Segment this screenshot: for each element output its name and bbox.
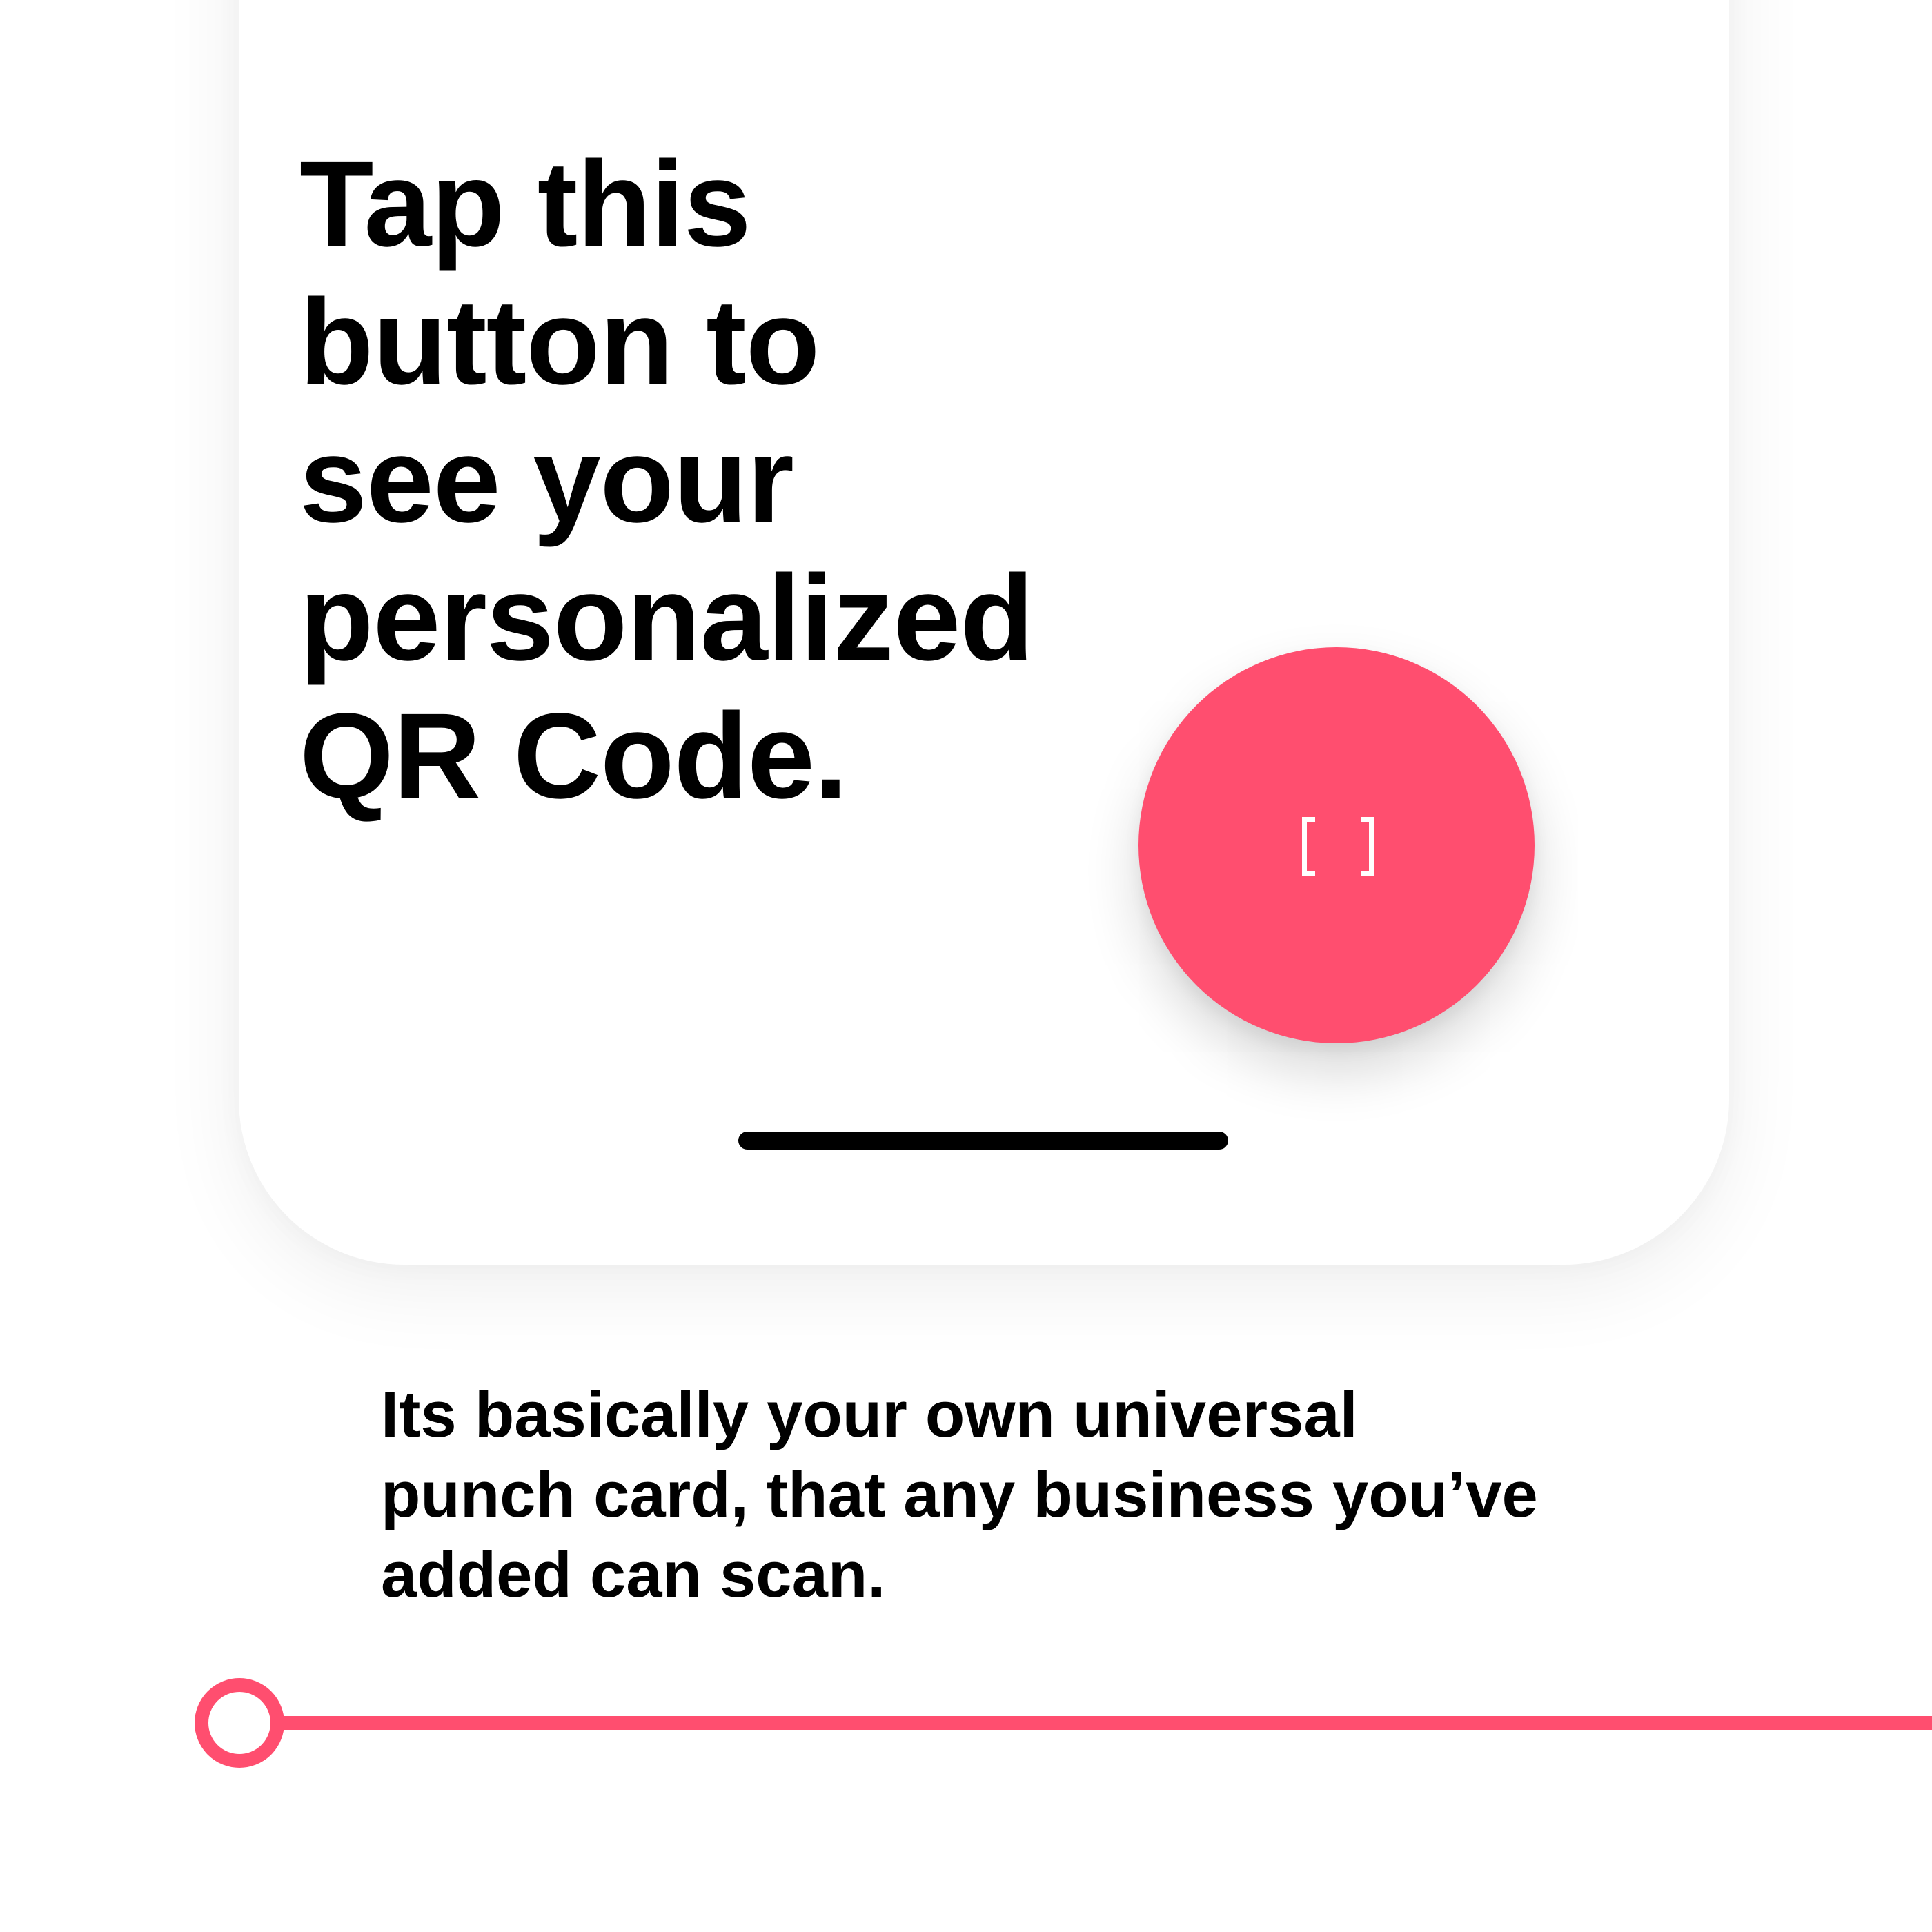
caption-text: Its basically your own universal punch c… — [381, 1374, 1692, 1615]
progress-step-indicator — [195, 1678, 284, 1768]
home-indicator — [738, 1132, 1228, 1150]
qr-scan-icon — [1302, 817, 1374, 876]
progress-track — [276, 1716, 1932, 1730]
onboarding-page: Tap this button to see your personalized… — [0, 0, 1932, 1932]
headline-line: Tap this — [299, 137, 751, 272]
caption-line: punch card, that any business you’ve — [381, 1458, 1538, 1530]
headline: Tap this button to see your personalized… — [299, 135, 1127, 825]
headline-line: QR Code. — [299, 689, 848, 824]
headline-line: button to — [299, 275, 820, 410]
show-qr-code-button[interactable] — [1138, 647, 1535, 1043]
headline-line: see your — [299, 413, 794, 548]
caption-line: added can scan. — [381, 1538, 886, 1610]
caption-line: Its basically your own universal — [381, 1378, 1358, 1450]
headline-line: personalized — [299, 551, 1034, 686]
